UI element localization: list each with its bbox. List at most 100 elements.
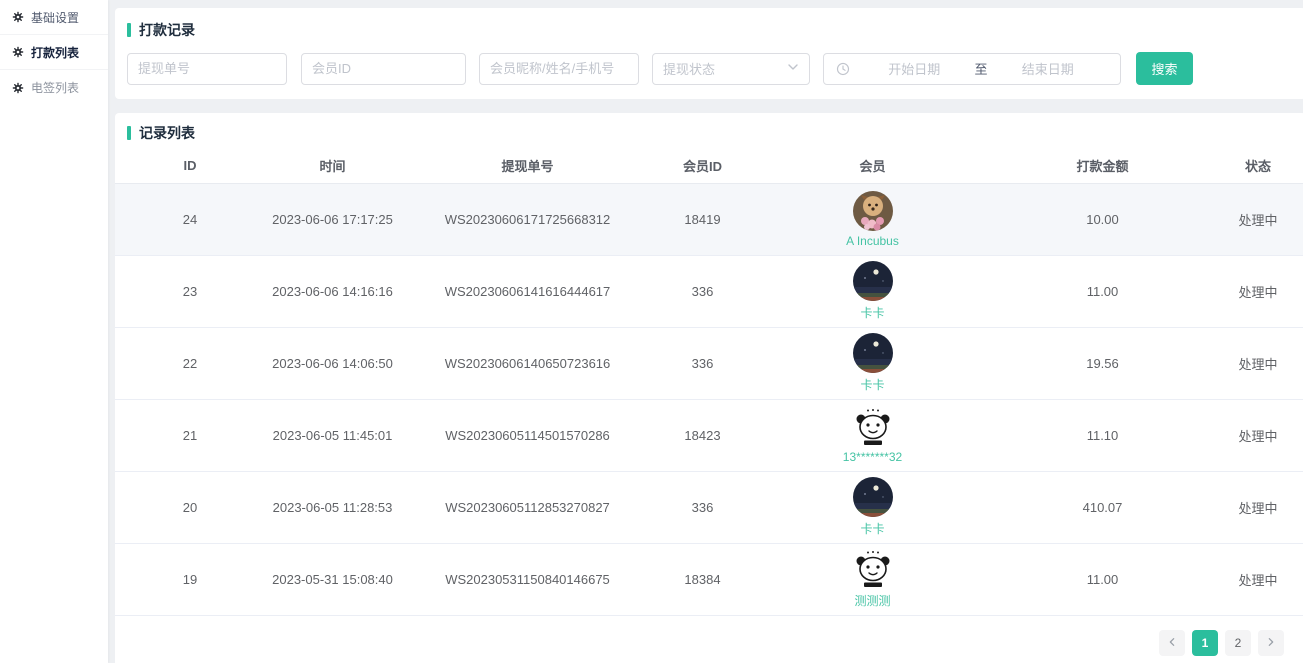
start-date-placeholder[interactable]: 开始日期	[854, 59, 975, 78]
sidebar: 基础设置 打款列表 电签列表	[0, 0, 108, 663]
member-avatar	[853, 333, 893, 373]
cell-time: 2023-06-06 17:17:25	[265, 183, 400, 255]
cell-member: 卡卡	[750, 327, 995, 399]
chevron-down-icon	[787, 61, 799, 76]
cell-time: 2023-06-05 11:45:01	[265, 399, 400, 471]
cell-order-no: WS20230606141616444617	[400, 255, 655, 327]
member-avatar	[853, 407, 893, 447]
cell-member: A Incubus	[750, 183, 995, 255]
member-info-input[interactable]	[479, 53, 639, 85]
title-accent-bar	[127, 126, 131, 140]
sidebar-item-label: 电签列表	[31, 79, 79, 96]
withdraw-status-select[interactable]: 提现状态	[652, 53, 810, 85]
member-avatar	[853, 191, 893, 231]
column-header: 打款金额	[995, 149, 1210, 183]
search-filters: 提现状态 开始日期 至 结束日期 搜索	[127, 52, 1294, 85]
cell-amount: 11.00	[995, 255, 1210, 327]
cell-time: 2023-06-06 14:06:50	[265, 327, 400, 399]
cell-order-no: WS20230606140650723616	[400, 327, 655, 399]
column-header: 时间	[265, 149, 400, 183]
record-list-title-text: 记录列表	[139, 123, 195, 143]
member-name-link[interactable]: 测测测	[854, 592, 890, 609]
cell-member-id: 18423	[655, 399, 750, 471]
cell-status: 处理中	[1210, 327, 1303, 399]
sidebar-item-label: 基础设置	[31, 9, 79, 26]
cell-order-no: WS20230531150840146675	[400, 543, 655, 615]
chevron-left-icon	[1167, 636, 1177, 650]
cell-order-no: WS20230606171725668312	[400, 183, 655, 255]
cell-member-id: 18419	[655, 183, 750, 255]
cell-id: 19	[115, 543, 265, 615]
member-name-link[interactable]: 卡卡	[860, 376, 884, 393]
pagination-prev-button[interactable]	[1159, 630, 1185, 656]
table-row: 202023-06-05 11:28:53WS20230605112853270…	[115, 471, 1303, 543]
clock-icon	[836, 62, 850, 76]
cell-time: 2023-05-31 15:08:40	[265, 543, 400, 615]
cell-status: 处理中	[1210, 399, 1303, 471]
member-name-link[interactable]: 卡卡	[860, 304, 884, 321]
table-row: 192023-05-31 15:08:40WS20230531150840146…	[115, 543, 1303, 615]
column-header: 提现单号	[400, 149, 655, 183]
member-id-input[interactable]	[301, 53, 466, 85]
member-avatar	[853, 477, 893, 517]
gear-icon	[12, 11, 24, 23]
cell-amount: 11.00	[995, 543, 1210, 615]
cell-id: 23	[115, 255, 265, 327]
cell-member: 卡卡	[750, 255, 995, 327]
table-header-row: ID时间提现单号会员ID会员打款金额状态	[115, 149, 1303, 183]
date-range-picker[interactable]: 开始日期 至 结束日期	[823, 53, 1121, 85]
member-name-link[interactable]: 卡卡	[860, 520, 884, 537]
payment-record-search-card: 打款记录 提现状态 开始日期 至 结束日期 搜索	[115, 8, 1303, 99]
gear-icon	[12, 46, 24, 58]
member-avatar	[853, 261, 893, 301]
member-avatar	[853, 549, 893, 589]
pagination-page-button[interactable]: 1	[1192, 630, 1218, 656]
pagination: 12	[115, 616, 1303, 663]
cell-member: 卡卡	[750, 471, 995, 543]
cell-id: 21	[115, 399, 265, 471]
cell-status: 处理中	[1210, 255, 1303, 327]
search-button[interactable]: 搜索	[1136, 52, 1193, 85]
end-date-placeholder[interactable]: 结束日期	[988, 59, 1109, 78]
cell-amount: 19.56	[995, 327, 1210, 399]
main-content: 打款记录 提现状态 开始日期 至 结束日期 搜索	[108, 0, 1303, 663]
cell-amount: 10.00	[995, 183, 1210, 255]
table-row: 242023-06-06 17:17:25WS20230606171725668…	[115, 183, 1303, 255]
member-name-link[interactable]: A Incubus	[846, 234, 899, 248]
table-row: 232023-06-06 14:16:16WS20230606141616444…	[115, 255, 1303, 327]
cell-member-id: 336	[655, 471, 750, 543]
column-header: ID	[115, 149, 265, 183]
cell-order-no: WS20230605114501570286	[400, 399, 655, 471]
sidebar-item[interactable]: 电签列表	[0, 70, 108, 105]
column-header: 会员ID	[655, 149, 750, 183]
record-list-title: 记录列表	[115, 123, 1303, 143]
search-card-title: 打款记录	[127, 20, 1294, 40]
date-separator: 至	[975, 59, 988, 78]
cell-member-id: 18384	[655, 543, 750, 615]
pagination-page-button[interactable]: 2	[1225, 630, 1251, 656]
table-row: 212023-06-05 11:45:01WS20230605114501570…	[115, 399, 1303, 471]
withdraw-order-input[interactable]	[127, 53, 287, 85]
search-card-title-text: 打款记录	[139, 20, 195, 40]
gear-icon	[12, 82, 24, 94]
sidebar-item[interactable]: 基础设置	[0, 0, 108, 35]
sidebar-item[interactable]: 打款列表	[0, 35, 108, 70]
cell-amount: 410.07	[995, 471, 1210, 543]
column-header: 会员	[750, 149, 995, 183]
withdraw-status-placeholder: 提现状态	[663, 59, 715, 78]
records-table: ID时间提现单号会员ID会员打款金额状态 242023-06-06 17:17:…	[115, 149, 1303, 616]
record-list-card: 记录列表 ID时间提现单号会员ID会员打款金额状态 242023-06-06 1…	[115, 113, 1303, 663]
pagination-next-button[interactable]	[1258, 630, 1284, 656]
cell-time: 2023-06-05 11:28:53	[265, 471, 400, 543]
title-accent-bar	[127, 23, 131, 37]
cell-member: 13*******32	[750, 399, 995, 471]
cell-member-id: 336	[655, 255, 750, 327]
record-table-body: 242023-06-06 17:17:25WS20230606171725668…	[115, 183, 1303, 615]
table-row: 222023-06-06 14:06:50WS20230606140650723…	[115, 327, 1303, 399]
cell-time: 2023-06-06 14:16:16	[265, 255, 400, 327]
cell-member: 测测测	[750, 543, 995, 615]
member-name-link[interactable]: 13*******32	[843, 450, 902, 464]
cell-id: 20	[115, 471, 265, 543]
cell-id: 24	[115, 183, 265, 255]
cell-amount: 11.10	[995, 399, 1210, 471]
